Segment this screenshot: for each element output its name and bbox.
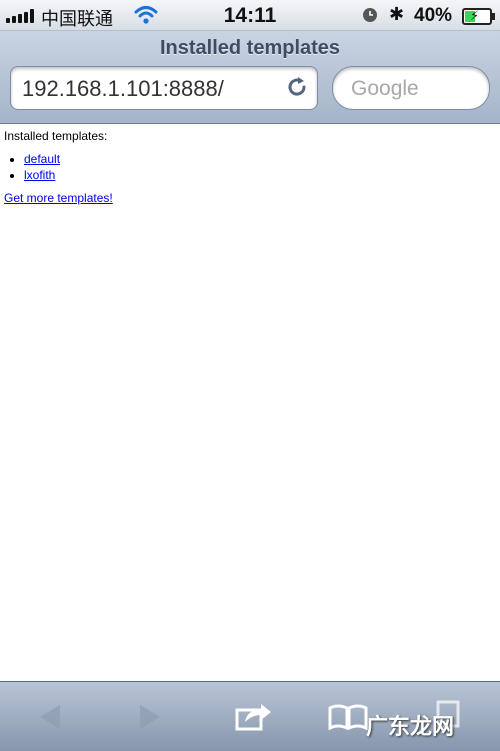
page-title: Installed templates [159, 37, 341, 59]
status-bar: 中国联通 14:11 ✱ 40% ⚡ [0, 0, 500, 31]
charging-bolt-icon: ⚡ [470, 8, 480, 23]
battery-percent: 40% [414, 5, 453, 26]
get-more-templates-link[interactable]: Get more templates! [4, 191, 494, 205]
forward-icon[interactable] [136, 702, 164, 732]
content-heading: Installed templates: [4, 129, 108, 143]
list-item: lxofith [24, 167, 494, 183]
search-placeholder[interactable]: Google [351, 77, 419, 101]
browser-header: Installed templates 192.168.1.101:8888/ … [0, 31, 500, 124]
search-field[interactable]: Google [332, 66, 490, 110]
url-text[interactable]: 192.168.1.101:8888/ [22, 76, 224, 102]
bluetooth-icon: ✱ [389, 4, 405, 24]
share-icon[interactable] [235, 700, 273, 732]
back-icon[interactable] [36, 702, 64, 732]
battery-nub [492, 13, 495, 20]
template-link-default[interactable]: default [24, 152, 60, 166]
page-content: Installed templates: default lxofith Get… [4, 129, 494, 205]
watermark-text: 广东龙网 [366, 714, 455, 739]
reload-icon[interactable] [285, 75, 309, 99]
url-field[interactable]: 192.168.1.101:8888/ [10, 66, 318, 110]
template-link-lxofith[interactable]: lxofith [24, 168, 55, 182]
battery-icon: ⚡ [462, 8, 492, 25]
alarm-icon [363, 8, 377, 22]
template-list: default lxofith [4, 151, 494, 183]
list-item: default [24, 151, 494, 167]
bookmarks-icon[interactable] [328, 702, 368, 730]
